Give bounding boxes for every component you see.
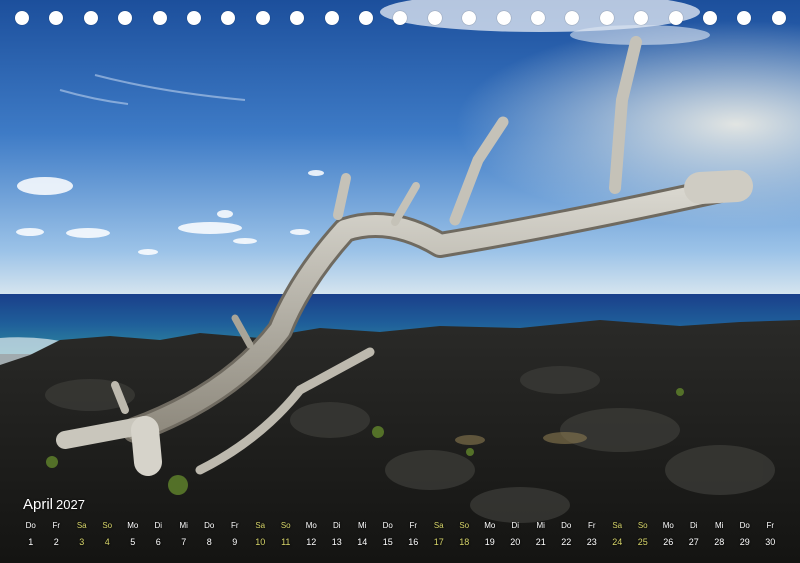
date-number: 17 bbox=[433, 537, 444, 547]
binding-hole bbox=[599, 11, 614, 25]
binding-hole bbox=[152, 11, 167, 25]
weekday-label: Do bbox=[382, 521, 393, 530]
date-number: 25 bbox=[637, 537, 648, 547]
weekday-label: Do bbox=[739, 521, 750, 530]
date-number: 14 bbox=[357, 537, 368, 547]
date-number: 13 bbox=[331, 537, 342, 547]
binding-hole bbox=[531, 11, 545, 25]
binding-hole bbox=[221, 11, 236, 25]
weekday-label: Sa bbox=[612, 521, 623, 530]
date-number: 11 bbox=[281, 537, 291, 547]
weekday-label: Di bbox=[689, 521, 698, 530]
date-number: 23 bbox=[586, 537, 597, 547]
calendar-month-label: April 2027 bbox=[23, 496, 85, 513]
weekday-label: So bbox=[459, 521, 470, 530]
date-row: 1 2 3 4 5 6 7 8 9 10 11 12 13 14 15 16 17 18 19 20 21 22 23 24 2… bbox=[18, 537, 784, 547]
weekday-label: Sa bbox=[76, 521, 87, 530]
weekday-label: Mo bbox=[127, 521, 139, 530]
date-number: 8 bbox=[206, 537, 212, 547]
weekday-label: So bbox=[102, 521, 113, 530]
binding-hole bbox=[462, 11, 477, 25]
calendar-page: April 2027 Do Fr Sa So Mo Di Mi Do Fr Sa So Mo Di Mi Do… bbox=[0, 0, 800, 563]
weekday-label: Mi bbox=[715, 521, 724, 530]
binding-hole bbox=[771, 11, 786, 25]
binding-hole bbox=[427, 11, 442, 25]
date-number: 9 bbox=[232, 537, 238, 547]
weekday-label: Fr bbox=[766, 521, 775, 530]
date-number: 7 bbox=[181, 537, 187, 547]
year-label: 2027 bbox=[56, 497, 85, 512]
date-number: 6 bbox=[155, 537, 161, 547]
weekday-label: Di bbox=[154, 521, 163, 530]
binding-hole bbox=[565, 11, 580, 25]
weekday-label: Mi bbox=[536, 521, 545, 530]
weekday-label: So bbox=[280, 521, 291, 530]
binding-hole bbox=[703, 11, 717, 25]
binding-hole bbox=[737, 11, 752, 25]
binding-hole bbox=[83, 11, 98, 25]
date-number: 20 bbox=[510, 537, 521, 547]
date-number: 15 bbox=[382, 537, 393, 547]
date-number: 12 bbox=[306, 537, 317, 547]
binding-hole bbox=[187, 11, 201, 25]
binding-holes bbox=[0, 11, 800, 27]
weekday-label: Do bbox=[25, 521, 36, 530]
binding-hole bbox=[359, 11, 373, 25]
binding-hole bbox=[324, 11, 339, 25]
binding-hole bbox=[496, 11, 511, 25]
binding-hole bbox=[255, 11, 270, 25]
binding-hole bbox=[118, 11, 133, 25]
date-number: 5 bbox=[130, 537, 136, 547]
binding-hole bbox=[634, 11, 649, 25]
weekday-label: Fr bbox=[587, 521, 596, 530]
date-number: 18 bbox=[459, 537, 470, 547]
weekday-label: Sa bbox=[255, 521, 266, 530]
date-number: 4 bbox=[104, 537, 110, 547]
weekday-label: Mi bbox=[179, 521, 188, 530]
date-number: 16 bbox=[408, 537, 419, 547]
weekday-label: Fr bbox=[230, 521, 239, 530]
date-number: 10 bbox=[255, 537, 266, 547]
date-number: 3 bbox=[79, 537, 85, 547]
weekday-label: Do bbox=[204, 521, 215, 530]
date-number: 21 bbox=[535, 537, 546, 547]
binding-hole bbox=[290, 11, 305, 25]
binding-hole bbox=[393, 11, 408, 25]
weekday-label: Mi bbox=[358, 521, 367, 530]
date-number: 24 bbox=[612, 537, 623, 547]
date-number: 2 bbox=[53, 537, 59, 547]
date-number: 30 bbox=[765, 537, 776, 547]
date-number: 29 bbox=[739, 537, 750, 547]
date-number: 26 bbox=[663, 537, 674, 547]
weekday-label: Di bbox=[511, 521, 520, 530]
weekday-label: Do bbox=[561, 521, 572, 530]
date-number: 27 bbox=[688, 537, 699, 547]
date-number: 22 bbox=[561, 537, 572, 547]
date-number: 1 bbox=[28, 537, 34, 547]
weekday-label: Sa bbox=[433, 521, 444, 530]
weekday-label: Mo bbox=[662, 521, 674, 530]
weekday-label: Fr bbox=[409, 521, 418, 530]
weekday-label: Di bbox=[332, 521, 341, 530]
landscape-photo bbox=[0, 0, 800, 563]
date-number: 19 bbox=[484, 537, 495, 547]
binding-hole bbox=[49, 11, 64, 25]
weekday-label: Mo bbox=[305, 521, 317, 530]
weekday-label: Fr bbox=[52, 521, 61, 530]
binding-hole bbox=[15, 11, 29, 25]
weekday-label: So bbox=[637, 521, 648, 530]
month-name: April bbox=[23, 496, 54, 513]
weekday-label: Mo bbox=[484, 521, 496, 530]
binding-hole bbox=[668, 11, 683, 25]
date-number: 28 bbox=[714, 537, 725, 547]
weekday-row: Do Fr Sa So Mo Di Mi Do Fr Sa So Mo Di Mi Do Fr Sa So Mo Di… bbox=[18, 521, 784, 530]
